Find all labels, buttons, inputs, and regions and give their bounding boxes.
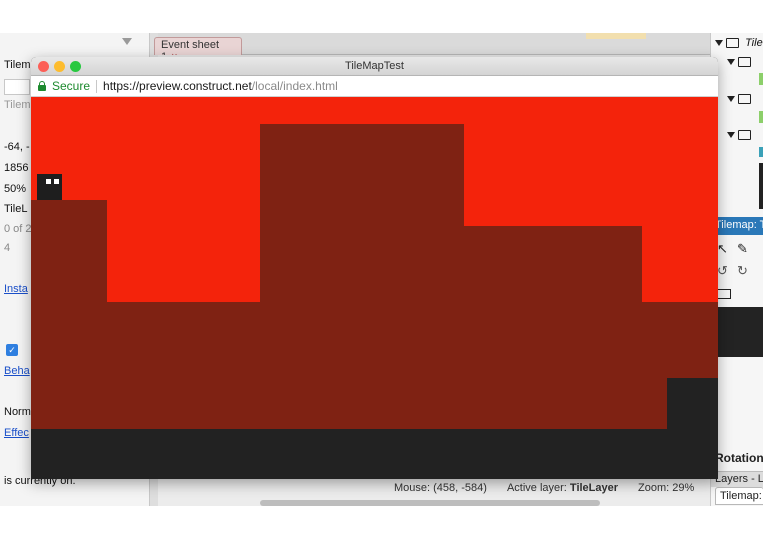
panel-collapse-icon[interactable] bbox=[122, 38, 132, 45]
player-sprite[interactable] bbox=[37, 174, 62, 200]
tree-folder-3[interactable] bbox=[727, 129, 751, 141]
expand-icon[interactable] bbox=[727, 59, 735, 66]
tree-root[interactable]: Tile bbox=[715, 37, 763, 49]
folder-icon bbox=[738, 130, 751, 141]
expand-icon[interactable] bbox=[727, 96, 735, 103]
window-title: TileMapTest bbox=[345, 60, 404, 72]
cursor-tool-icon[interactable]: ↖ bbox=[717, 241, 728, 257]
object-list-icons bbox=[759, 163, 763, 209]
preview-browser-window: TileMapTest Secure https://preview.const… bbox=[31, 57, 718, 479]
player-eye-left bbox=[46, 179, 51, 184]
rotate-ccw-icon[interactable]: ↺ bbox=[717, 263, 728, 279]
tilemap-bar-header: Tilemap: T bbox=[711, 217, 763, 235]
rotate-cw-icon[interactable]: ↻ bbox=[737, 263, 748, 279]
tab-event-sheet-1[interactable]: Event sheet 1× bbox=[154, 37, 242, 63]
dirt-floor-low bbox=[107, 302, 260, 429]
folder-icon[interactable] bbox=[717, 289, 731, 299]
game-viewport[interactable] bbox=[31, 97, 718, 479]
expand-icon[interactable] bbox=[715, 40, 723, 47]
lock-icon bbox=[38, 81, 46, 91]
property-checkbox[interactable] bbox=[4, 79, 30, 95]
property-tileset: 0 of 2 bbox=[4, 223, 32, 235]
active-layer: Active layer: TileLayer bbox=[507, 482, 618, 494]
link-instance-variables[interactable]: Insta bbox=[4, 283, 28, 295]
player-eye-right bbox=[54, 179, 59, 184]
layers-bar-header: Layers - L bbox=[711, 471, 763, 487]
ground-step-right bbox=[667, 378, 718, 429]
tab-highlight bbox=[586, 33, 646, 39]
ground-floor bbox=[31, 429, 718, 479]
canvas-horizontal-scrollbar[interactable] bbox=[260, 500, 600, 506]
folder-icon bbox=[738, 94, 751, 105]
zoom-level: Zoom: 29% bbox=[638, 482, 695, 494]
object-icon bbox=[759, 111, 763, 123]
editor-status-bar: Mouse: (458, -584) Active layer: TileLay… bbox=[390, 479, 710, 497]
dirt-tower bbox=[260, 124, 464, 429]
expand-icon[interactable] bbox=[727, 132, 735, 139]
address-separator bbox=[96, 79, 98, 93]
property-size[interactable]: 1856 bbox=[4, 162, 28, 174]
property-blend-mode[interactable]: Norm bbox=[4, 406, 31, 418]
pencil-tool-icon[interactable]: ✎ bbox=[737, 241, 748, 257]
mouse-position: Mouse: (458, -584) bbox=[394, 482, 487, 494]
property-position[interactable]: -64, - bbox=[4, 141, 30, 153]
object-icon bbox=[759, 147, 763, 157]
folder-icon bbox=[738, 57, 751, 68]
address-bar[interactable]: Secure https://preview.construct.net/loc… bbox=[31, 76, 718, 97]
property-opacity[interactable]: 50% bbox=[4, 183, 26, 195]
tree-root-label: Tile bbox=[745, 37, 763, 49]
object-icon bbox=[759, 73, 763, 85]
rotation-label: Rotation bbox=[715, 451, 763, 465]
url-host: https://preview.construct.net bbox=[103, 79, 252, 93]
link-behaviors[interactable]: Beha bbox=[4, 365, 30, 377]
property-layer[interactable]: TileL bbox=[4, 203, 27, 215]
folder-icon bbox=[726, 38, 739, 49]
url-path: /local/index.html bbox=[251, 79, 338, 93]
property-name: Tilem bbox=[4, 99, 31, 111]
tree-folder-1[interactable] bbox=[727, 56, 751, 68]
property-object-type: Tilem bbox=[4, 59, 31, 71]
secure-label: Secure bbox=[52, 79, 91, 93]
property-tile-count: 4 bbox=[4, 242, 11, 254]
tab-tilemap-bar[interactable]: Tilemap: T bbox=[715, 487, 763, 505]
dirt-ledge-left bbox=[31, 200, 107, 429]
link-effects[interactable]: Effec bbox=[4, 427, 29, 439]
active-layer-label: Active layer: bbox=[506, 482, 567, 494]
active-layer-value: TileLayer bbox=[569, 482, 619, 494]
window-titlebar[interactable]: TileMapTest bbox=[31, 57, 718, 76]
tileset-preview[interactable] bbox=[717, 307, 763, 357]
dirt-plateau bbox=[464, 226, 642, 429]
tree-folder-2[interactable] bbox=[727, 93, 751, 105]
property-checked-checkbox[interactable]: ✓ bbox=[6, 344, 18, 356]
